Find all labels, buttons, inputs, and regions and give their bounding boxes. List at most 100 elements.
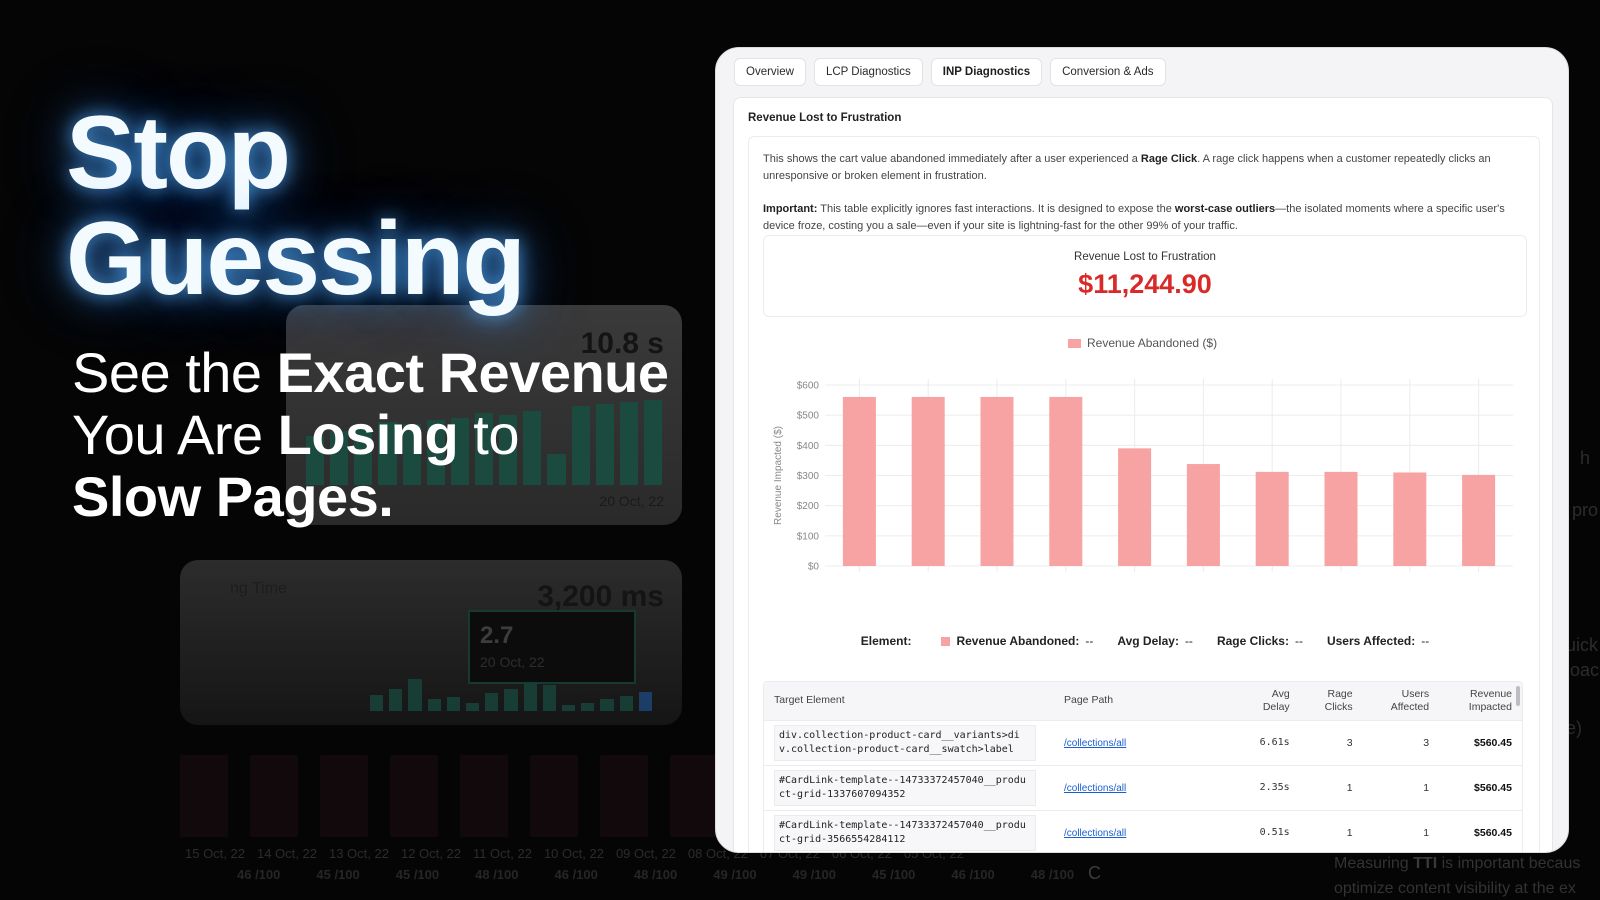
background-edge-text: uick [1566, 635, 1599, 655]
tab-lcp-diagnostics[interactable]: LCP Diagnostics [813, 58, 923, 86]
background-blocking-label: ng Time [230, 580, 287, 597]
thumbnail-date: 09 Oct, 22 [615, 846, 676, 861]
y-axis-label: Revenue Impacted ($) [773, 426, 784, 525]
legend-label: Revenue Abandoned ($) [1087, 336, 1217, 350]
bar [1186, 464, 1220, 566]
thumbnail-score: 48 /100 [1030, 867, 1075, 882]
bar [1462, 474, 1496, 566]
background-tti-text: Measuring TTI is important becaus optimi… [1334, 855, 1581, 897]
thumbnail-score: 49 /100 [792, 867, 836, 882]
table-row[interactable]: #CardLink-template--14733372457040__prod… [764, 765, 1522, 810]
thumbnail [250, 755, 298, 837]
target-element: #CardLink-template--14733372457040__prod… [774, 814, 1036, 851]
thumbnail-score: 49 /100 [713, 867, 757, 882]
selected-element-stats: Element: Revenue Abandoned: -- Avg Delay:… [763, 631, 1527, 651]
avg-delay: 2.35s [1259, 782, 1290, 793]
y-tick-label: $100 [797, 531, 820, 542]
thumbnail [530, 755, 578, 837]
card-title: Revenue Lost to Frustration [748, 112, 902, 124]
thumbnail [600, 755, 648, 837]
stat-revenue-label: Revenue Abandoned: [956, 634, 1080, 648]
stat-rage-value: -- [1294, 634, 1303, 648]
thumbnail [460, 755, 508, 837]
thumbnail-score: 45 /100 [316, 867, 360, 882]
avg-delay: 0.51s [1259, 827, 1290, 839]
thumbnail-score: 45 /100 [395, 867, 440, 882]
table-row[interactable]: #CardLink-template--14733372457040__prod… [764, 810, 1522, 852]
bar [842, 396, 876, 566]
y-tick-label: $500 [797, 411, 820, 422]
description-important: Important: This table explicitly ignores… [763, 203, 1505, 232]
tab-inp-diagnostics[interactable]: INP Diagnostics [930, 58, 1043, 86]
users-affected: 3 [1423, 736, 1430, 749]
thumbnail [390, 755, 438, 837]
col-revenue-impacted[interactable]: Revenue Impacted [1439, 682, 1522, 720]
background-bars-2 [370, 671, 653, 711]
legend-swatch [1068, 339, 1081, 348]
background-blocking-value: 3,200 ms [537, 580, 664, 613]
description-rage-click: This shows the cart value abandoned imme… [763, 153, 1491, 182]
card-body: This shows the cart value abandoned imme… [748, 136, 1540, 852]
col-avg-delay[interactable]: Avg Delay [1234, 682, 1300, 720]
hero-title-line-1: Stop [66, 95, 291, 211]
stat-revenue-value: -- [1085, 634, 1094, 648]
thumbnail-date: 10 Oct, 22 [543, 846, 604, 861]
kpi-label: Revenue Lost to Frustration [1074, 251, 1216, 263]
col-rage-clicks[interactable]: Rage Clicks [1300, 682, 1363, 720]
page-path-link[interactable]: /collections/all [1064, 738, 1126, 749]
kpi-value: $11,244.90 [1078, 269, 1212, 299]
thumbnail-score: 48 /100 [475, 867, 519, 882]
revenue-impacted: $560.45 [1474, 736, 1512, 749]
bar [911, 396, 945, 566]
bar [1393, 472, 1427, 566]
stat-element-label: Element: [860, 634, 912, 648]
col-page-path[interactable]: Page Path [1054, 682, 1234, 720]
thumbnail-score: 45 /100 [872, 867, 916, 882]
hero-title-line-2: Guessing [66, 201, 526, 317]
rage-clicks: 1 [1346, 781, 1353, 794]
col-users-affected[interactable]: Users Affected [1363, 682, 1439, 720]
tab-overview[interactable]: Overview [734, 58, 806, 86]
background-thumbnail-scores: 46 /100 45 /100 45 /100 48 /100 46 /100 48 /1… [237, 867, 1074, 882]
hero-subtitle: See the Exact Revenue You Are Losing to … [72, 341, 669, 528]
stat-delay-value: -- [1184, 634, 1193, 648]
page-path-link[interactable]: /collections/all [1064, 828, 1126, 839]
y-tick-label: $200 [797, 501, 820, 512]
col-target-element[interactable]: Target Element [764, 682, 1054, 720]
stat-delay-label: Avg Delay: [1117, 634, 1179, 648]
dashboard-panel: Overview LCP Diagnostics INP Diagnostics… [715, 47, 1569, 853]
rage-clicks: 1 [1346, 826, 1353, 839]
bar [1324, 471, 1358, 566]
stat-swatch [941, 636, 951, 646]
background-tooltip-date: 20 Oct, 22 [480, 654, 545, 670]
page-path-link[interactable]: /collections/all [1064, 783, 1126, 794]
thumbnail-date: 13 Oct, 22 [328, 846, 389, 861]
bar [1118, 448, 1152, 566]
thumbnail [670, 755, 718, 837]
bar [1049, 396, 1083, 566]
table-header-row: Target Element Page Path Avg Delay Rage Cl… [764, 682, 1522, 720]
background-edge-text: h [1580, 448, 1591, 468]
table-row[interactable]: div.collection-product-card__variants>di… [764, 720, 1522, 765]
thumbnail-score: 46 /100 [237, 867, 281, 882]
bar [980, 396, 1014, 566]
revenue-impacted: $560.45 [1474, 826, 1512, 839]
thumbnail-date: 11 Oct, 22 [472, 846, 532, 861]
background-tooltip-value: 2.7 [480, 622, 514, 649]
y-tick-label: $600 [797, 381, 820, 392]
thumbnail-score: 46 /100 [951, 867, 995, 882]
tab-conversion-ads[interactable]: Conversion & Ads [1050, 58, 1166, 86]
chart-svg: Revenue Abandoned ($) $0 $100 $200 $300 $400 $… [773, 336, 1513, 573]
target-element: div.collection-product-card__variants>di… [774, 724, 1036, 761]
revenue-bar-chart: Revenue Abandoned ($) $0 $100 $200 $300 $400 $… [763, 333, 1527, 633]
background-blocking-card: ng Time 3,200 ms 2.7 20 Oct, 22 [180, 560, 682, 725]
users-affected: 1 [1423, 826, 1430, 839]
thumbnail [180, 755, 228, 837]
tab-bar: Overview LCP Diagnostics INP Diagnostics… [734, 58, 1166, 86]
revenue-lost-card: Revenue Lost to Frustration This shows t… [733, 97, 1553, 852]
table-scrollbar[interactable] [1516, 686, 1520, 706]
stat-users-label: Users Affected: [1326, 634, 1416, 648]
avg-delay: 6.61s [1259, 737, 1290, 748]
rage-clicks: 3 [1346, 736, 1353, 749]
revenue-lost-kpi: Revenue Lost to Frustration $11,244.90 [763, 235, 1527, 317]
